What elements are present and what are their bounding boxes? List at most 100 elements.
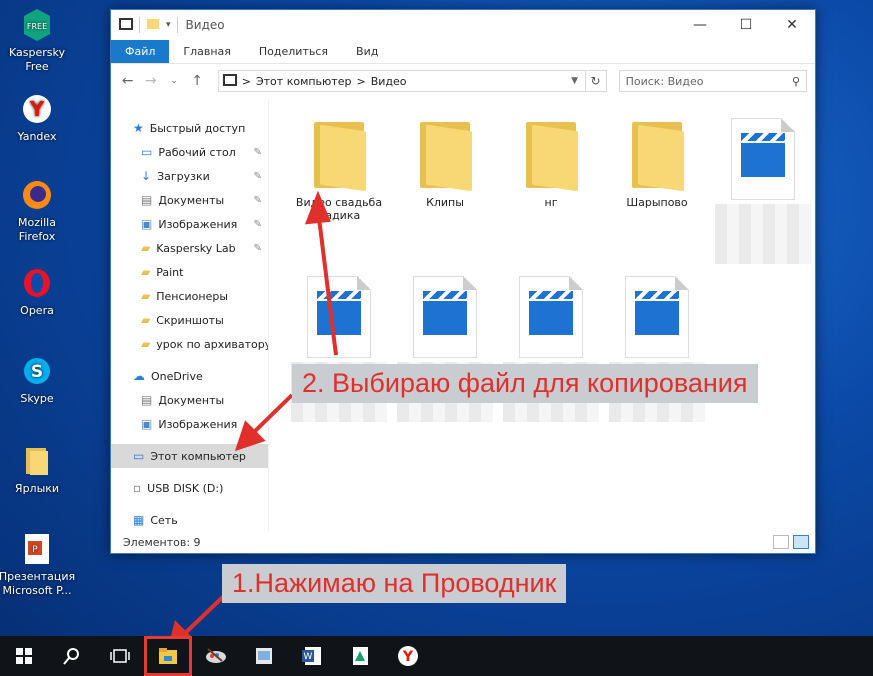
refresh-button[interactable]: ↻ [585, 70, 607, 92]
folder-item[interactable]: Видео свадьба Вадика [289, 118, 389, 222]
chevron-down-icon[interactable]: ▾ [166, 20, 171, 30]
cloud-icon: ☁ [133, 369, 145, 383]
file-name: нг [544, 196, 558, 209]
title-bar: ▾ Видео — ☐ ✕ [111, 10, 815, 40]
tab-home[interactable]: Главная [169, 40, 245, 63]
nav-item[interactable]: ▫ USB DISK (D:) [111, 476, 268, 500]
task-view-button[interactable] [96, 636, 144, 676]
nav-item[interactable]: ▭ Рабочий стол ✎ [111, 140, 268, 164]
svg-text:Y: Y [402, 649, 414, 665]
nav-item[interactable]: ▣ Изображения ✎ [111, 212, 268, 236]
folder-icon: ▰ [141, 289, 151, 303]
back-button[interactable]: ← [119, 73, 136, 89]
image-viewer-taskbar-button[interactable] [240, 636, 288, 676]
network-icon: ▦ [133, 513, 145, 527]
yandex-taskbar-button[interactable]: Y [384, 636, 432, 676]
svg-text:P: P [32, 545, 38, 555]
nav-item-label: Изображения [158, 417, 238, 431]
breadcrumb-this-pc[interactable]: Этот компьютер [256, 75, 352, 88]
search-input[interactable]: Поиск: Видео ⚲ [618, 70, 808, 92]
nav-item-label: Пенсионеры [156, 289, 229, 303]
nav-item[interactable]: ▰ Kaspersky Lab ✎ [111, 236, 268, 260]
desktop-shortcut-yandex[interactable]: Y Yandex [0, 92, 74, 144]
desktop-shortcut-firefox[interactable]: Mozilla Firefox [0, 178, 74, 244]
nav-item[interactable]: ▤ Документы ✎ [111, 188, 268, 212]
publisher-taskbar-button[interactable] [336, 636, 384, 676]
nav-item-label: Загрузки [157, 169, 210, 183]
nav-item-label: Документы [158, 193, 225, 207]
pin-icon: ✎ [253, 242, 262, 254]
nav-item[interactable]: ▣ Изображения [111, 412, 268, 436]
desktop-shortcut-yarlyki[interactable]: Ярлыки [0, 444, 74, 496]
forward-button[interactable]: → [142, 73, 159, 89]
large-icons-view-button[interactable] [793, 535, 809, 549]
recent-dropdown-button[interactable]: ⌄ [165, 76, 182, 86]
folder-icon: ▰ [141, 265, 151, 279]
file-name: Шарыпово [626, 196, 688, 209]
svg-text:Y: Y [29, 97, 45, 121]
document-icon: ▤ [141, 393, 153, 407]
close-button[interactable]: ✕ [769, 10, 815, 40]
download-icon: ↓ [141, 169, 152, 183]
video-file-item[interactable] [713, 118, 813, 264]
opera-icon [20, 266, 54, 300]
nav-item[interactable]: ▤ Документы [111, 388, 268, 412]
folder-icon [630, 118, 684, 192]
nav-item-label: Рабочий стол [158, 145, 236, 159]
breadcrumb-separator: > [356, 74, 366, 88]
nav-item[interactable]: ☁ OneDrive [111, 364, 268, 388]
image-icon: ▣ [141, 217, 153, 231]
document-icon [353, 647, 368, 665]
folder-item[interactable]: Шарыпово [607, 118, 707, 209]
tab-file[interactable]: Файл [111, 40, 170, 63]
kaspersky-icon: FREE [20, 8, 54, 42]
file-explorer-taskbar-button[interactable] [144, 636, 192, 676]
nav-item[interactable]: ▦ Сеть [111, 508, 268, 532]
search-placeholder: Поиск: Видео [625, 74, 704, 88]
nav-item[interactable]: ▭ Этот компьютер [111, 444, 268, 468]
paint-taskbar-button[interactable] [192, 636, 240, 676]
file-list: Видео свадьба Вадика Клипы нг Шарыпово [269, 100, 815, 531]
pin-icon: ✎ [253, 170, 262, 182]
folder-icon [20, 444, 54, 478]
address-bar[interactable]: > Этот компьютер > Видео ▼ [217, 70, 586, 92]
folder-item[interactable]: нг [501, 118, 601, 209]
desktop-shortcut-opera[interactable]: Opera [0, 266, 74, 318]
taskbar: W Y [0, 636, 873, 676]
nav-item[interactable]: ★ Быстрый доступ [111, 116, 268, 140]
nav-item[interactable]: ▰ Пенсионеры [111, 284, 268, 308]
folder-icon [312, 118, 366, 192]
up-button[interactable]: ↑ [189, 73, 206, 89]
maximize-button[interactable]: ☐ [723, 10, 769, 40]
tab-share[interactable]: Поделиться [245, 40, 342, 63]
computer-icon: ▭ [133, 449, 145, 463]
folder-icon [524, 118, 578, 192]
minimize-button[interactable]: — [677, 10, 723, 40]
chevron-down-icon[interactable]: ▼ [565, 76, 585, 86]
video-file-icon [413, 276, 477, 358]
search-button[interactable] [48, 636, 96, 676]
folder-icon: ▰ [141, 337, 151, 351]
nav-item[interactable]: ▰ Paint [111, 260, 268, 284]
nav-item[interactable]: ↓ Загрузки ✎ [111, 164, 268, 188]
breadcrumb-video[interactable]: Видео [371, 75, 407, 88]
desktop-shortcut-skype[interactable]: S Skype [0, 354, 74, 406]
details-view-button[interactable] [773, 535, 789, 549]
content-area: ★ Быстрый доступ ▭ Рабочий стол ✎ ↓ Загрузки ✎ ▤… [111, 100, 815, 531]
desktop-shortcut-kaspersky[interactable]: FREE Kaspersky Free [0, 8, 74, 74]
word-taskbar-button[interactable]: W [288, 636, 336, 676]
window-controls: — ☐ ✕ [677, 10, 815, 40]
nav-item[interactable]: ▰ урок по архиватору [111, 332, 268, 356]
yandex-icon: Y [398, 646, 418, 666]
video-folder-icon [222, 73, 237, 90]
navigation-pane: ★ Быстрый доступ ▭ Рабочий стол ✎ ↓ Загрузки ✎ ▤… [111, 100, 269, 531]
folder-item[interactable]: Клипы [395, 118, 495, 209]
desktop-shortcut-presentation[interactable]: P Презентация Microsoft P... [0, 532, 75, 598]
nav-item[interactable]: ▰ Скриншоты [111, 308, 268, 332]
folder-icon[interactable] [146, 17, 160, 34]
nav-item-label: Быстрый доступ [149, 121, 246, 135]
start-button[interactable] [0, 636, 48, 676]
tab-view[interactable]: Вид [342, 40, 392, 63]
desktop-icon: ▭ [141, 145, 153, 159]
nav-item-label: Изображения [158, 217, 238, 231]
